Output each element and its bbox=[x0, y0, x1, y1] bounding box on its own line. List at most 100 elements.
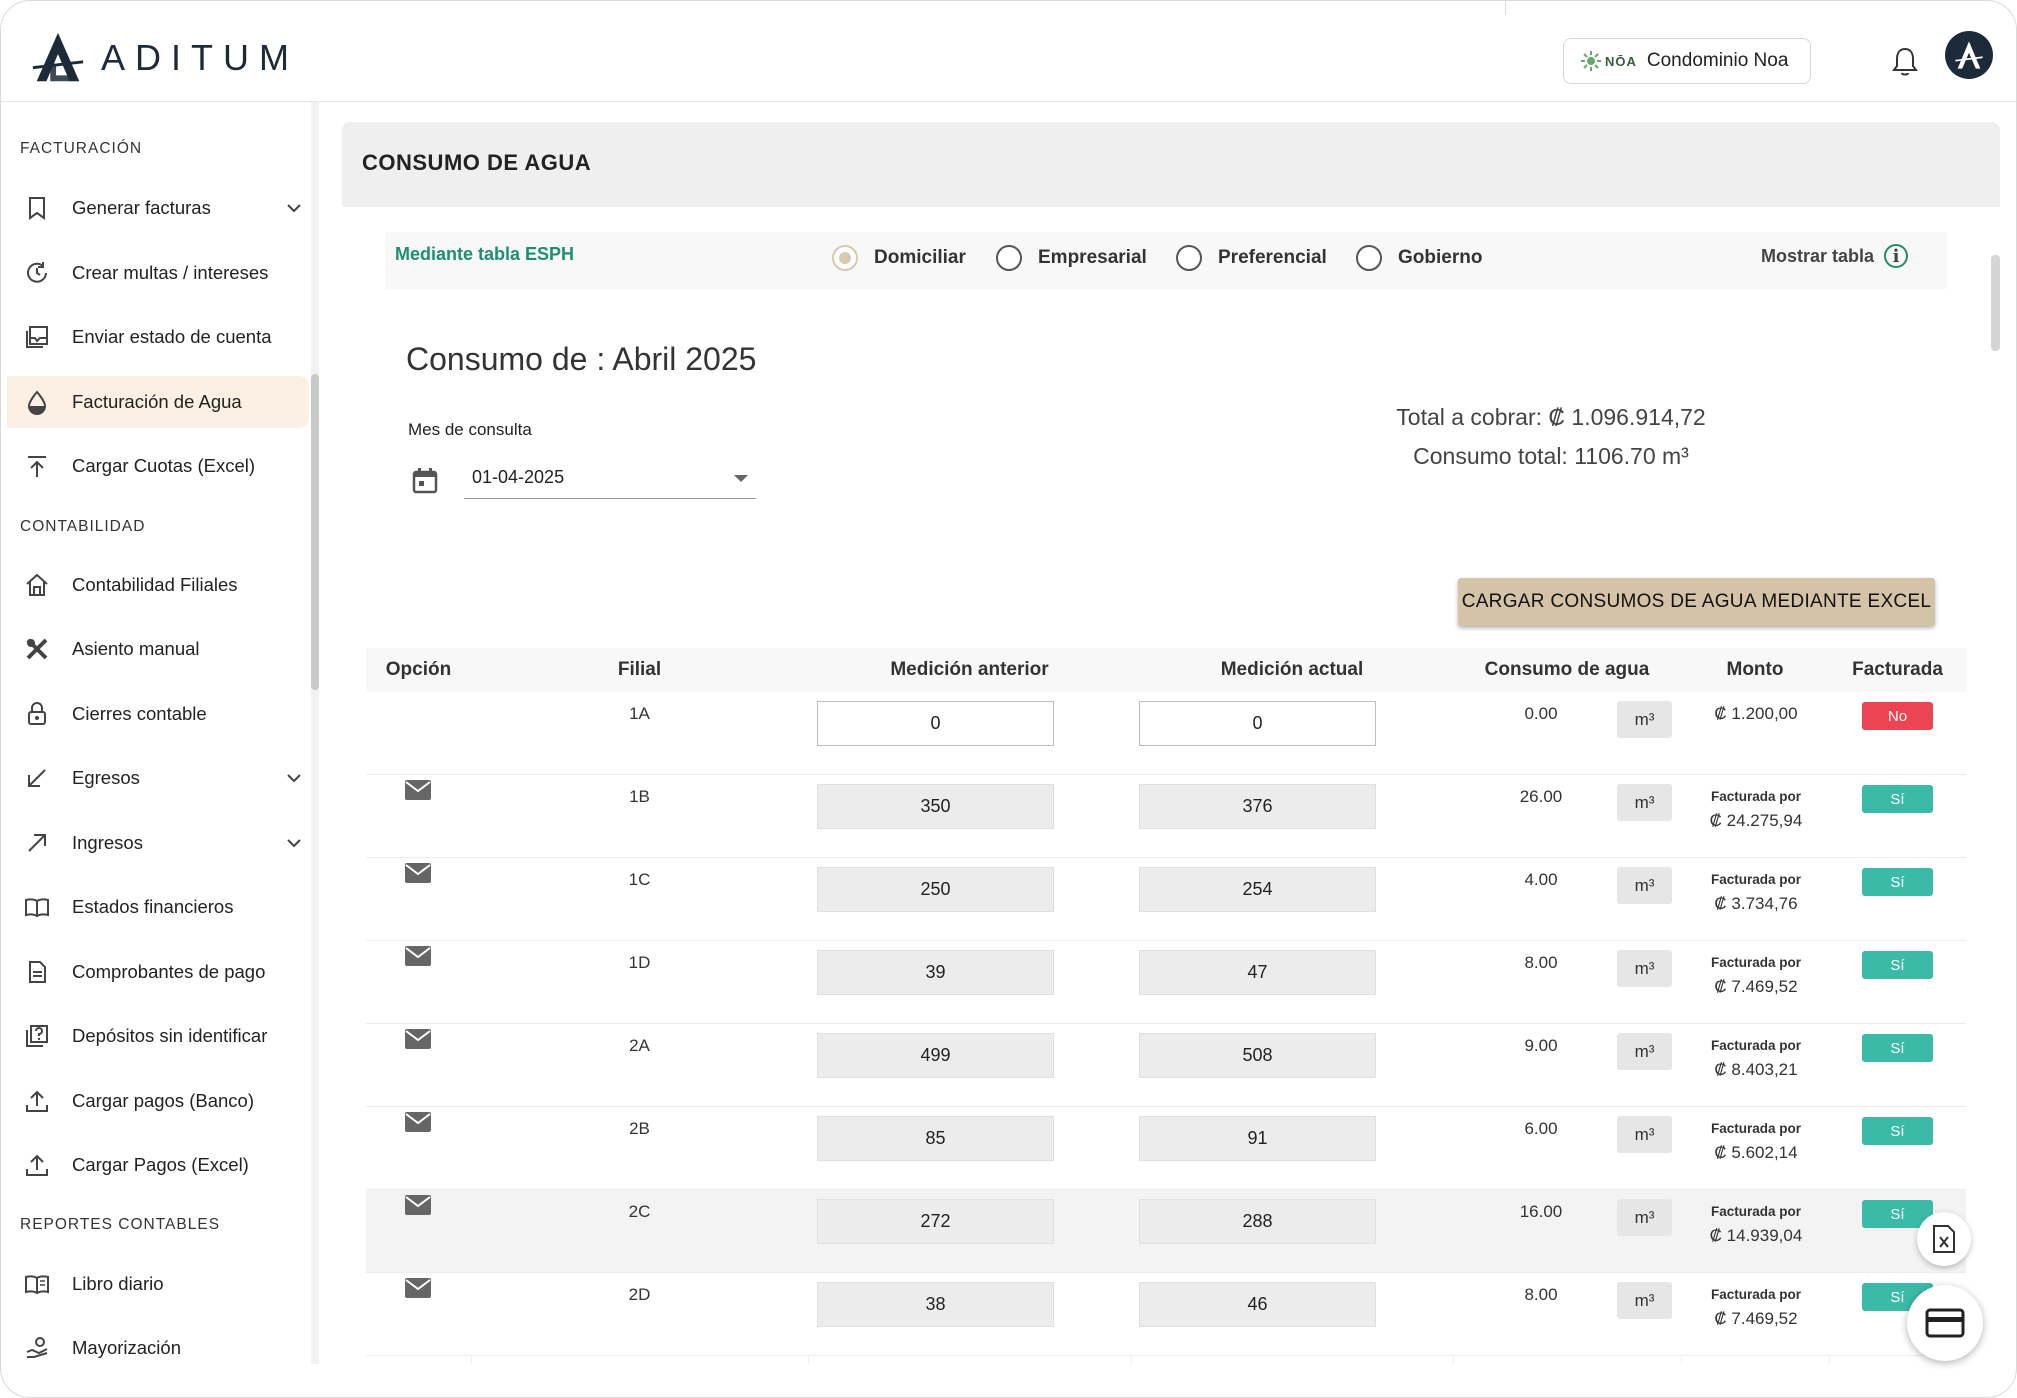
filial-cell: 1D bbox=[628, 953, 651, 972]
esph-table-link[interactable]: Mediante tabla ESPH bbox=[395, 244, 574, 265]
month-date-select[interactable]: 01-04-2025 bbox=[464, 461, 756, 499]
sidebar-item-crear-multas[interactable]: Crear multas / intereses bbox=[7, 247, 309, 299]
refresh-clock-icon bbox=[23, 259, 51, 287]
sidebar-item-label: Facturación de Agua bbox=[72, 391, 242, 412]
radio-gobierno[interactable]: Gobierno bbox=[1356, 245, 1482, 271]
arrow-down-left-icon bbox=[23, 764, 51, 792]
mail-icon[interactable] bbox=[404, 1028, 432, 1050]
mail-icon[interactable] bbox=[404, 862, 432, 884]
radio-domiciliar[interactable]: Domiciliar bbox=[832, 245, 966, 271]
billed-status-badge: Sí bbox=[1862, 1117, 1933, 1145]
current-reading-input: 47 bbox=[1139, 950, 1376, 995]
page-title: CONSUMO DE AGUA bbox=[362, 150, 592, 175]
sidebar-item-generar-facturas[interactable]: Generar facturas bbox=[7, 182, 309, 234]
consumption-value: 8.00 bbox=[1524, 953, 1558, 972]
sidebar-item-label: Mayorización bbox=[72, 1337, 181, 1358]
main-scrollbar-thumb[interactable] bbox=[1991, 255, 2000, 351]
sidebar-item-facturacion-agua[interactable]: Facturación de Agua bbox=[7, 376, 309, 428]
show-table-toggle[interactable]: Mostrar tabla i bbox=[1761, 244, 1909, 268]
top-bar: ADITUM NŌA Condominio Noa bbox=[1, 1, 2016, 102]
payment-card-button[interactable] bbox=[1907, 1285, 1983, 1361]
sidebar-scrollbar-track[interactable] bbox=[311, 102, 319, 1364]
sidebar-item-label: Depósitos sin identificar bbox=[72, 1025, 268, 1046]
consumption-value: 8.00 bbox=[1524, 1285, 1558, 1304]
sidebar-item-estados-financieros[interactable]: Estados financieros bbox=[7, 881, 309, 933]
amount-value: ₡ 5.602,14 bbox=[1714, 1143, 1798, 1162]
previous-reading-input: 85 bbox=[817, 1116, 1054, 1161]
calendar-icon[interactable] bbox=[411, 467, 439, 495]
billed-status-badge: Sí bbox=[1862, 785, 1933, 813]
excel-file-icon bbox=[1933, 1225, 1955, 1253]
sidebar-item-cierres-contable[interactable]: Cierres contable bbox=[7, 688, 309, 740]
current-reading-input[interactable]: 0 bbox=[1139, 701, 1376, 746]
upload-tray-icon bbox=[23, 1151, 51, 1179]
book-lines-icon bbox=[23, 1270, 51, 1298]
sidebar-item-label: Libro diario bbox=[72, 1273, 164, 1294]
filial-cell: 2A bbox=[629, 1036, 650, 1055]
upload-arrow-icon bbox=[23, 452, 51, 480]
upload-water-excel-button[interactable]: CARGAR CONSUMOS DE AGUA MEDIANTE EXCEL bbox=[1458, 578, 1935, 626]
radio-label: Domiciliar bbox=[874, 247, 966, 268]
radio-label: Empresarial bbox=[1038, 247, 1147, 268]
sidebar-item-asiento-manual[interactable]: Asiento manual bbox=[7, 623, 309, 675]
consumption-value: 4.00 bbox=[1524, 870, 1558, 889]
user-avatar[interactable] bbox=[1945, 31, 1993, 79]
col-header-medicion-actual: Medición actual bbox=[1220, 659, 1364, 680]
radio-preferencial[interactable]: Preferencial bbox=[1176, 245, 1327, 271]
radio-empresarial[interactable]: Empresarial bbox=[996, 245, 1147, 271]
billed-by-label: Facturada por bbox=[1710, 1204, 1802, 1219]
total-to-charge: Total a cobrar: ₡ 1.096.914,72 bbox=[1396, 404, 1706, 430]
section-title-facturacion: FACTURACIÓN bbox=[20, 140, 143, 157]
previous-reading-input: 250 bbox=[817, 867, 1054, 912]
brand-name: ADITUM bbox=[101, 37, 299, 78]
mail-icon[interactable] bbox=[404, 945, 432, 967]
mail-icon[interactable] bbox=[404, 1277, 432, 1299]
current-reading-input: 91 bbox=[1139, 1116, 1376, 1161]
section-title-contabilidad: CONTABILIDAD bbox=[20, 518, 146, 535]
sidebar-item-label: Ingresos bbox=[72, 832, 143, 853]
noa-logo-icon: NŌA bbox=[1580, 50, 1637, 72]
bell-icon[interactable] bbox=[1891, 45, 1919, 77]
col-header-consumo: Consumo de agua bbox=[1484, 659, 1650, 680]
radio-circle[interactable] bbox=[832, 245, 858, 271]
amount-value: ₡ 7.469,52 bbox=[1714, 1309, 1798, 1328]
current-reading-input: 288 bbox=[1139, 1199, 1376, 1244]
mail-icon[interactable] bbox=[404, 779, 432, 801]
condo-selector[interactable]: NŌA Condominio Noa bbox=[1563, 38, 1811, 84]
previous-reading-input: 499 bbox=[817, 1033, 1054, 1078]
sidebar-item-ingresos[interactable]: Ingresos bbox=[7, 817, 309, 869]
sidebar-scrollbar-thumb[interactable] bbox=[311, 374, 319, 690]
tools-icon bbox=[23, 635, 51, 663]
sidebar-item-comprobantes-pago[interactable]: Comprobantes de pago bbox=[7, 946, 309, 998]
billed-by-label: Facturada por bbox=[1710, 1038, 1802, 1053]
radio-circle[interactable] bbox=[1176, 245, 1202, 271]
sidebar-item-cargar-pagos-excel[interactable]: Cargar Pagos (Excel) bbox=[7, 1139, 309, 1191]
mail-icon[interactable] bbox=[404, 1111, 432, 1133]
unit-m3-label: m³ bbox=[1617, 1199, 1672, 1236]
col-header-medicion-anterior: Medición anterior bbox=[890, 659, 1049, 680]
previous-reading-input[interactable]: 0 bbox=[817, 701, 1054, 746]
billed-by-label: Facturada por bbox=[1710, 955, 1802, 970]
export-excel-button[interactable] bbox=[1917, 1212, 1971, 1266]
sidebar-item-egresos[interactable]: Egresos bbox=[7, 752, 309, 804]
billed-by-label: Facturada por bbox=[1710, 1121, 1802, 1136]
mail-icon[interactable] bbox=[404, 1194, 432, 1216]
radio-circle[interactable] bbox=[996, 245, 1022, 271]
consumption-value: 0.00 bbox=[1524, 704, 1558, 723]
sidebar-item-cargar-pagos-banco[interactable]: Cargar pagos (Banco) bbox=[7, 1075, 309, 1127]
sidebar-item-contabilidad-filiales[interactable]: Contabilidad Filiales bbox=[7, 559, 309, 611]
info-icon[interactable]: i bbox=[1884, 244, 1909, 268]
hand-coin-icon bbox=[23, 1334, 51, 1362]
sidebar-item-mayorizacion[interactable]: Mayorización bbox=[7, 1322, 309, 1374]
sidebar-item-depositos-sin-identificar[interactable]: Depósitos sin identificar bbox=[7, 1010, 309, 1062]
sidebar-item-libro-diario[interactable]: Libro diario bbox=[7, 1258, 309, 1310]
dropdown-caret-icon bbox=[734, 475, 748, 482]
sidebar-item-cargar-cuotas[interactable]: Cargar Cuotas (Excel) bbox=[7, 440, 309, 492]
brand-logo[interactable]: ADITUM bbox=[29, 29, 299, 87]
sidebar-item-label: Comprobantes de pago bbox=[72, 961, 266, 982]
unit-m3-label: m³ bbox=[1617, 1116, 1672, 1153]
radio-circle[interactable] bbox=[1356, 245, 1382, 271]
sidebar-item-enviar-estado[interactable]: Enviar estado de cuenta bbox=[7, 311, 309, 363]
chevron-down-icon bbox=[287, 774, 301, 783]
sidebar-item-label: Cargar pagos (Banco) bbox=[72, 1090, 255, 1111]
